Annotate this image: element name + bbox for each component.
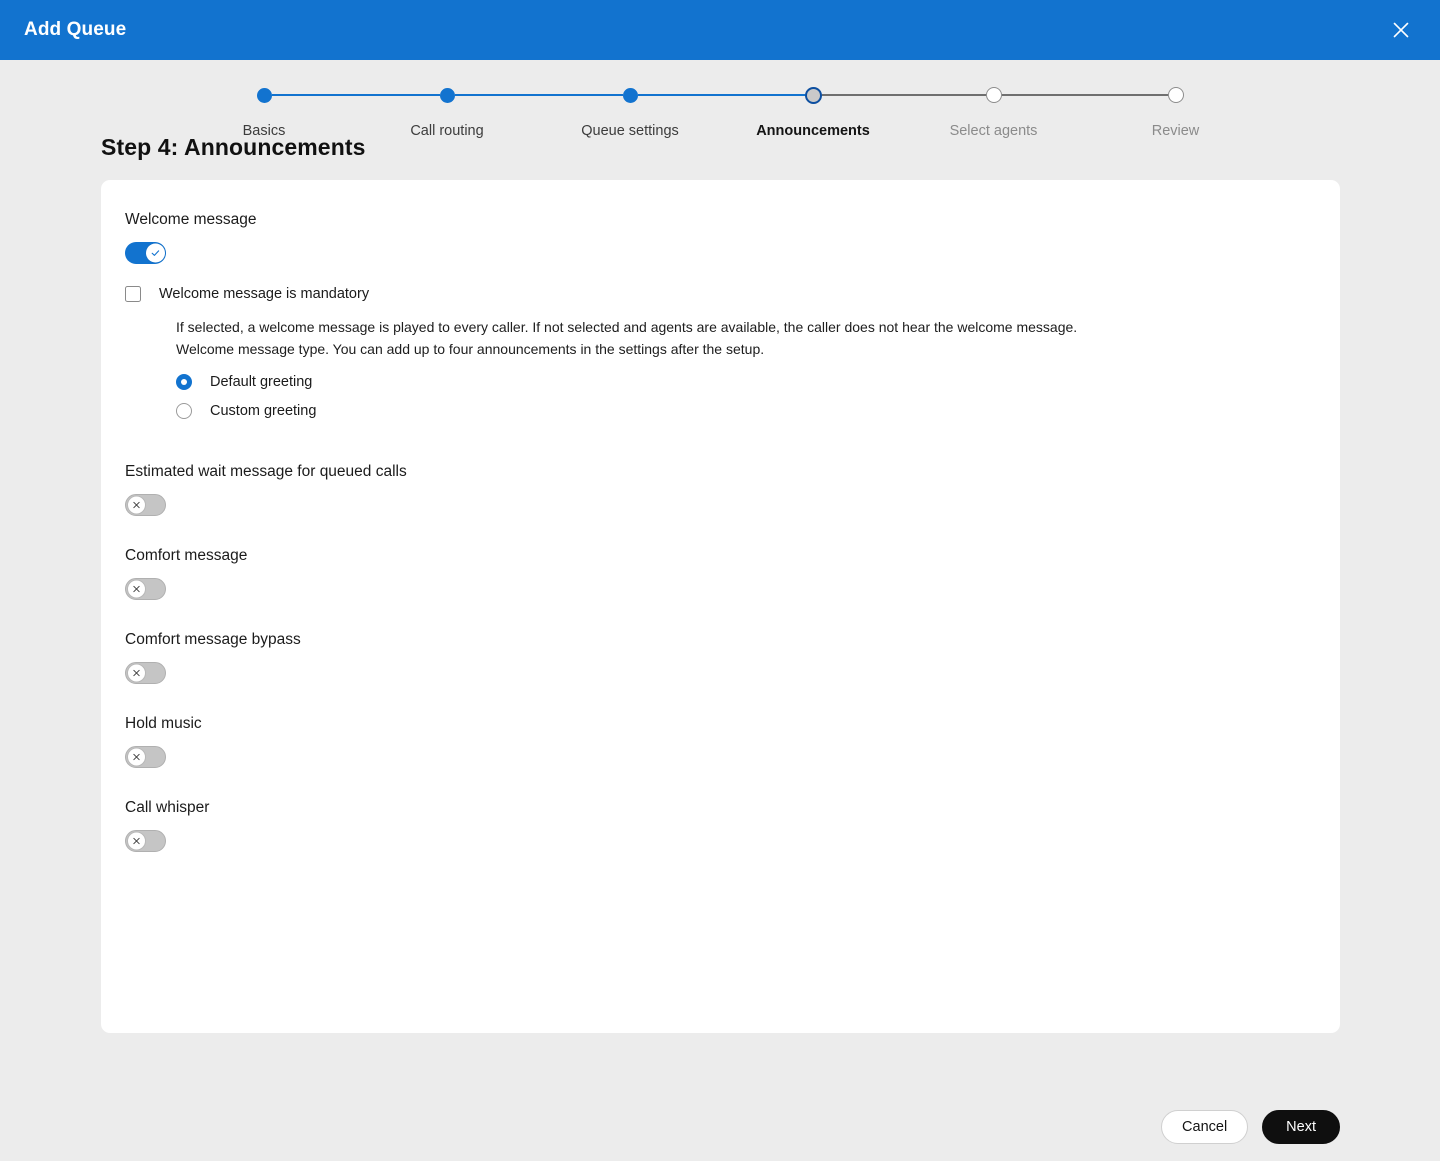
estimated-wait-message-label: Estimated wait message for queued calls <box>125 463 407 480</box>
dialog-footer: Cancel Next <box>1161 1109 1340 1144</box>
step-connector-3 <box>637 86 805 104</box>
radio-label-custom-greeting: Custom greeting <box>210 403 317 419</box>
welcome-message-description: If selected, a welcome message is played… <box>176 317 1176 360</box>
step-announcements[interactable]: Announcements <box>756 86 870 139</box>
step-dot-select-agents[interactable] <box>985 87 1002 103</box>
hold-music-toggle[interactable] <box>125 746 166 768</box>
announcements-card: Welcome message Welcome message is manda… <box>101 180 1340 1033</box>
step-label-review: Review <box>1151 123 1200 139</box>
step-dot-queue-settings[interactable] <box>622 87 638 103</box>
comfort-message-bypass-label: Comfort message bypass <box>125 631 301 648</box>
greeting-type-radio-group: Default greeting Custom greeting <box>176 374 1340 419</box>
field-comfort-message: Comfort message <box>125 546 1340 600</box>
radio-custom-greeting[interactable] <box>176 403 192 419</box>
step-connector-5 <box>1001 86 1168 104</box>
welcome-message-toggle[interactable] <box>125 242 166 264</box>
step-dot-call-routing[interactable] <box>439 87 455 103</box>
step-dot-basics[interactable] <box>256 87 272 103</box>
radio-default-greeting[interactable] <box>176 374 192 390</box>
step-basics[interactable]: Basics <box>243 86 285 139</box>
welcome-message-description-line-1: If selected, a welcome message is played… <box>176 319 1078 335</box>
hold-music-label: Hold music <box>125 715 202 732</box>
step-select-agents[interactable]: Select agents <box>950 86 1037 139</box>
cancel-button[interactable]: Cancel <box>1161 1109 1249 1144</box>
welcome-message-mandatory-label: Welcome message is mandatory <box>159 286 370 302</box>
wizard-stepper: Basics Call routing Queue settings Annou… <box>0 60 1440 139</box>
call-whisper-label: Call whisper <box>125 799 210 816</box>
x-icon <box>126 663 146 683</box>
estimated-wait-message-toggle[interactable] <box>125 494 166 516</box>
welcome-message-label: Welcome message <box>125 211 257 228</box>
call-whisper-toggle[interactable] <box>125 830 166 852</box>
field-welcome-message: Welcome message Welcome message is manda… <box>125 210 1340 419</box>
next-button[interactable]: Next <box>1262 1109 1340 1144</box>
dialog-title: Add Queue <box>24 19 127 40</box>
step-dot-review[interactable] <box>1167 87 1184 103</box>
comfort-message-toggle[interactable] <box>125 578 166 600</box>
step-label-queue-settings: Queue settings <box>581 123 679 139</box>
dialog-titlebar: Add Queue <box>0 0 1440 60</box>
field-estimated-wait-message: Estimated wait message for queued calls <box>125 462 1340 516</box>
x-icon <box>126 831 146 851</box>
x-icon <box>126 495 146 515</box>
field-hold-music: Hold music <box>125 714 1340 768</box>
step-review[interactable]: Review <box>1152 86 1199 139</box>
check-icon <box>145 243 165 263</box>
step-connector-2 <box>454 86 623 104</box>
step-label-call-routing: Call routing <box>410 123 484 139</box>
x-icon <box>126 579 146 599</box>
radio-label-default-greeting: Default greeting <box>210 374 313 390</box>
welcome-message-description-line-2: Welcome message type. You can add up to … <box>176 340 765 357</box>
field-call-whisper: Call whisper <box>125 798 1340 852</box>
step-call-routing[interactable]: Call routing <box>410 86 484 139</box>
field-comfort-message-bypass: Comfort message bypass <box>125 630 1340 684</box>
comfort-message-label: Comfort message <box>125 547 248 564</box>
step-label-basics: Basics <box>242 123 286 139</box>
step-connector-1 <box>271 86 440 104</box>
step-label-announcements: Announcements <box>756 123 870 139</box>
welcome-message-mandatory-checkbox[interactable] <box>125 286 141 302</box>
step-queue-settings[interactable]: Queue settings <box>581 86 679 139</box>
step-connector-4 <box>821 86 986 104</box>
step-dot-announcements[interactable] <box>804 86 822 104</box>
radio-row-default-greeting[interactable]: Default greeting <box>176 374 1340 390</box>
welcome-message-mandatory-row[interactable]: Welcome message is mandatory <box>125 286 1340 302</box>
close-icon[interactable] <box>1384 13 1418 47</box>
comfort-message-bypass-toggle[interactable] <box>125 662 166 684</box>
x-icon <box>126 747 146 767</box>
radio-row-custom-greeting[interactable]: Custom greeting <box>176 403 1340 419</box>
step-label-select-agents: Select agents <box>949 123 1038 139</box>
